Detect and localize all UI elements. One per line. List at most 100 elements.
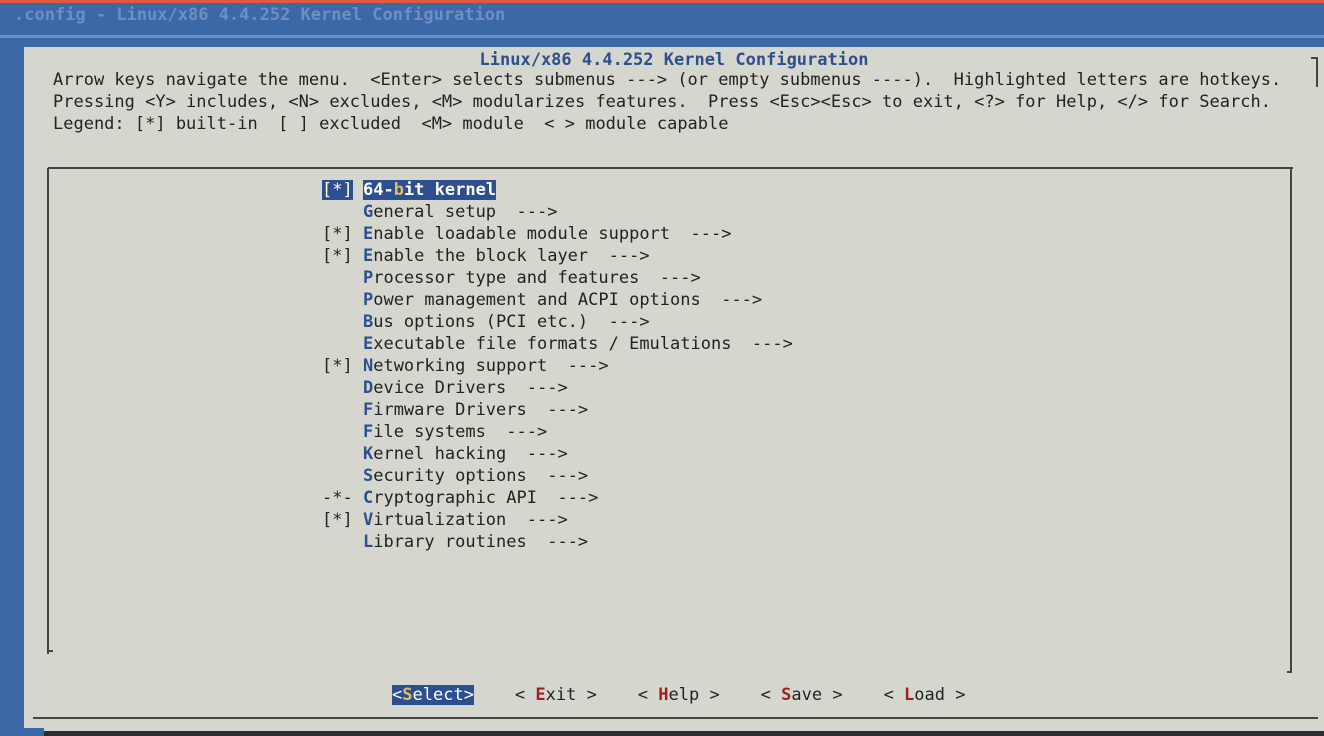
- menu-item-label: 64-bit kernel: [362, 180, 497, 200]
- menu-item-state: [322, 268, 353, 288]
- menu-item-state: [322, 532, 353, 552]
- menu-item-label: Enable the block layer: [363, 246, 588, 266]
- menu-item-label-rest: ernel hacking: [373, 444, 507, 464]
- menu-frame-left: [47, 168, 49, 654]
- menu-item[interactable]: File systems --->: [322, 421, 793, 443]
- submenu-arrow: --->: [506, 510, 568, 530]
- help-line-3: Legend: [*] built-in [ ] excluded <M> mo…: [53, 114, 729, 134]
- backtitle: .config - Linux/x86 4.4.252 Kernel Confi…: [14, 5, 506, 25]
- menu-item-hotkey: L: [362, 532, 374, 552]
- menu-item[interactable]: [*] Enable loadable module support --->: [322, 223, 793, 245]
- menu-item-label-rest: irmware Drivers: [373, 400, 527, 420]
- button-rest: xit: [545, 685, 577, 705]
- submenu-arrow: --->: [588, 246, 650, 266]
- menu-item[interactable]: [*] Networking support --->: [322, 355, 793, 377]
- help-line-1: Arrow keys navigate the menu. <Enter> se…: [53, 70, 1282, 90]
- menu-item[interactable]: [*] Virtualization --->: [322, 509, 793, 531]
- select-button[interactable]: <Select>: [392, 685, 474, 705]
- menu-item-label: Device Drivers: [363, 378, 506, 398]
- menu-item-hotkey: S: [362, 466, 374, 486]
- menu-item[interactable]: Library routines --->: [322, 531, 793, 553]
- menu-item[interactable]: [*] 64-bit kernel: [322, 179, 793, 201]
- menu-item[interactable]: Processor type and features --->: [322, 267, 793, 289]
- submenu-arrow: --->: [506, 378, 568, 398]
- menu-item[interactable]: [*] Enable the block layer --->: [322, 245, 793, 267]
- menu-item-state: [322, 334, 353, 354]
- menu-item-label: Executable file formats / Emulations: [363, 334, 731, 354]
- menu-item[interactable]: Security options --->: [322, 465, 793, 487]
- menu-item-hotkey: N: [362, 356, 374, 376]
- submenu-arrow: --->: [526, 532, 589, 552]
- menu-item-hotkey: F: [362, 422, 374, 442]
- dialog-border-right: [1311, 57, 1318, 87]
- menu-item[interactable]: General setup --->: [322, 201, 793, 223]
- submenu-arrow: --->: [639, 268, 701, 288]
- menu-item-state: [322, 422, 353, 442]
- menu-item[interactable]: Power management and ACPI options --->: [322, 289, 793, 311]
- menu-list: [*] 64-bit kernel General setup ---> [*] …: [322, 179, 793, 553]
- menu-item-label: Firmware Drivers: [363, 400, 527, 420]
- menu-item[interactable]: Bus options (PCI etc.) --->: [322, 311, 793, 333]
- menu-item-state: [*]: [322, 356, 353, 376]
- terminal-window: .config - Linux/x86 4.4.252 Kernel Confi…: [0, 0, 1324, 736]
- menu-item-state: [322, 202, 353, 222]
- menu-item-state: [*]: [322, 510, 353, 530]
- help-line-2: Pressing <Y> includes, <N> excludes, <M>…: [53, 92, 1271, 112]
- menu-item[interactable]: Kernel hacking --->: [322, 443, 793, 465]
- save-button[interactable]: < Save >: [761, 685, 843, 705]
- menu-item-label: Library routines: [363, 532, 527, 552]
- menu-item-hotkey: P: [362, 290, 374, 310]
- button-open: <: [637, 685, 659, 705]
- menu-item-hotkey: V: [362, 510, 374, 530]
- menu-item-state: [*]: [322, 246, 353, 266]
- menu-item-label-rest: etworking support: [373, 356, 548, 376]
- exit-button[interactable]: < Exit >: [515, 685, 597, 705]
- dialog-title: Linux/x86 4.4.252 Kernel Configuration: [479, 50, 869, 70]
- menu-item-state: [322, 444, 353, 464]
- menu-item-label: File systems: [363, 422, 486, 442]
- submenu-arrow: --->: [670, 224, 732, 244]
- help-text: Arrow keys navigate the menu. <Enter> se…: [53, 69, 1281, 135]
- menu-item-state: -*-: [322, 488, 353, 508]
- submenu-arrow: --->: [700, 290, 763, 310]
- menu-item-state: [322, 312, 353, 332]
- menu-item-hotkey: C: [362, 488, 374, 508]
- button-hot: S: [402, 685, 413, 705]
- menu-item-label-rest: nable the block layer: [373, 246, 589, 266]
- menu-item-label: Virtualization: [363, 510, 506, 530]
- button-open: <: [883, 685, 905, 705]
- menu-item-label-rest: rocessor type and features: [373, 268, 640, 288]
- button-rest: oad: [914, 685, 946, 705]
- menu-item-label-start: 64-: [362, 180, 394, 200]
- button-bar: <Select> < Exit > < Help > < Save > < Lo…: [392, 684, 966, 706]
- button-close: >: [822, 685, 843, 705]
- menu-item[interactable]: -*- Cryptographic API --->: [322, 487, 793, 509]
- menu-item-label: Cryptographic API: [363, 488, 537, 508]
- menu-item-label-rest: ower management and ACPI options: [373, 290, 701, 310]
- menu-item-hotkey: F: [362, 400, 374, 420]
- button-rest: ave: [791, 685, 823, 705]
- submenu-arrow: --->: [485, 422, 548, 442]
- help-button[interactable]: < Help >: [638, 685, 720, 705]
- load-button[interactable]: < Load >: [884, 685, 966, 705]
- menu-item-label-rest: us options (PCI etc.): [373, 312, 589, 332]
- config-dialog: Linux/x86 4.4.252 Kernel Configuration A…: [24, 47, 1324, 731]
- menu-item[interactable]: Firmware Drivers --->: [322, 399, 793, 421]
- button-hot: E: [535, 685, 546, 705]
- menu-item-hotkey: E: [362, 224, 374, 244]
- menu-item[interactable]: Executable file formats / Emulations ---…: [322, 333, 793, 355]
- button-close: >: [463, 685, 474, 705]
- menu-item-label-rest: eneral setup: [373, 202, 497, 222]
- menu-item-label-rest: ibrary routines: [373, 532, 527, 552]
- menu-item[interactable]: Device Drivers --->: [322, 377, 793, 399]
- menu-item-label: Networking support: [363, 356, 547, 376]
- submenu-arrow: --->: [506, 444, 568, 464]
- button-close: >: [699, 685, 720, 705]
- menu-item-label: Processor type and features: [363, 268, 639, 288]
- submenu-arrow: --->: [496, 202, 558, 222]
- menu-item-hotkey: b: [393, 180, 404, 200]
- button-open: <: [514, 685, 536, 705]
- menu-item-hotkey: K: [362, 444, 374, 464]
- menu-item-label: Power management and ACPI options: [363, 290, 701, 310]
- button-rest: elect: [412, 685, 464, 705]
